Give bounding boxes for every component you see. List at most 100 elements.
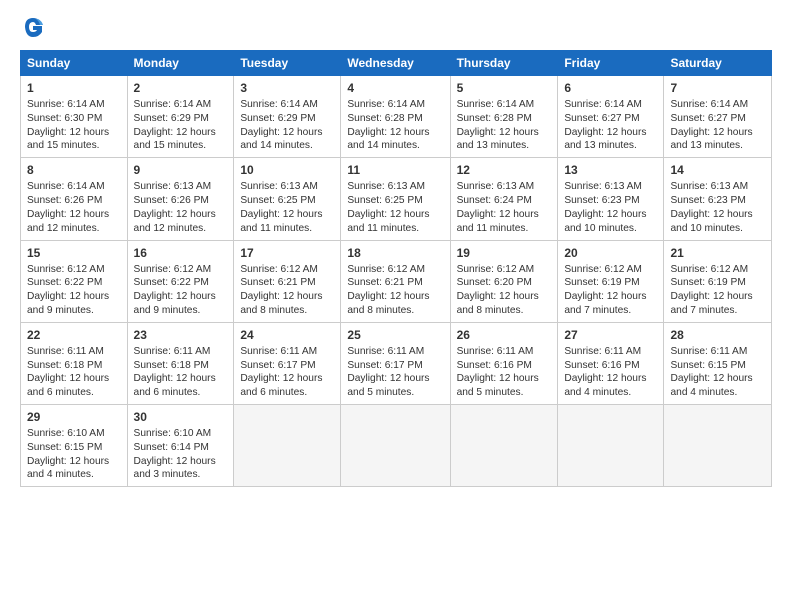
calendar-header-friday: Friday bbox=[558, 51, 664, 76]
day-info: Sunrise: 6:11 AM bbox=[347, 345, 443, 359]
day-info: Daylight: 12 hours bbox=[564, 126, 657, 140]
day-info: Sunrise: 6:13 AM bbox=[240, 180, 334, 194]
day-number: 11 bbox=[347, 162, 443, 178]
calendar-cell: 6Sunrise: 6:14 AMSunset: 6:27 PMDaylight… bbox=[558, 76, 664, 158]
day-info: Sunset: 6:20 PM bbox=[457, 276, 552, 290]
day-info: and 6 minutes. bbox=[134, 386, 228, 400]
day-number: 15 bbox=[27, 245, 121, 261]
day-number: 12 bbox=[457, 162, 552, 178]
day-info: Sunset: 6:19 PM bbox=[670, 276, 765, 290]
day-info: Sunrise: 6:11 AM bbox=[457, 345, 552, 359]
day-info: Sunrise: 6:10 AM bbox=[27, 427, 121, 441]
day-info: Sunrise: 6:12 AM bbox=[457, 263, 552, 277]
day-info: and 10 minutes. bbox=[670, 222, 765, 236]
day-info: Sunrise: 6:14 AM bbox=[457, 98, 552, 112]
day-info: Sunset: 6:25 PM bbox=[240, 194, 334, 208]
day-info: Daylight: 12 hours bbox=[457, 208, 552, 222]
day-info: Sunset: 6:17 PM bbox=[240, 359, 334, 373]
calendar-cell: 30Sunrise: 6:10 AMSunset: 6:14 PMDayligh… bbox=[127, 405, 234, 487]
day-info: Sunset: 6:14 PM bbox=[134, 441, 228, 455]
day-info: and 5 minutes. bbox=[347, 386, 443, 400]
calendar-cell: 16Sunrise: 6:12 AMSunset: 6:22 PMDayligh… bbox=[127, 240, 234, 322]
calendar-cell bbox=[450, 405, 558, 487]
day-info: and 13 minutes. bbox=[670, 139, 765, 153]
calendar-cell: 1Sunrise: 6:14 AMSunset: 6:30 PMDaylight… bbox=[21, 76, 128, 158]
calendar-cell: 22Sunrise: 6:11 AMSunset: 6:18 PMDayligh… bbox=[21, 322, 128, 404]
calendar-week-1: 1Sunrise: 6:14 AMSunset: 6:30 PMDaylight… bbox=[21, 76, 772, 158]
day-info: Daylight: 12 hours bbox=[670, 126, 765, 140]
day-info: and 9 minutes. bbox=[27, 304, 121, 318]
calendar-cell: 10 Sunrise: 6:13 AMSunset: 6:25 PMDayligh… bbox=[234, 158, 341, 240]
calendar-header-thursday: Thursday bbox=[450, 51, 558, 76]
calendar-cell: 17Sunrise: 6:12 AMSunset: 6:21 PMDayligh… bbox=[234, 240, 341, 322]
day-info: Sunrise: 6:14 AM bbox=[240, 98, 334, 112]
day-info: and 15 minutes. bbox=[27, 139, 121, 153]
calendar-cell bbox=[341, 405, 450, 487]
day-info: Sunset: 6:16 PM bbox=[457, 359, 552, 373]
day-info: and 8 minutes. bbox=[457, 304, 552, 318]
day-info: Sunset: 6:18 PM bbox=[134, 359, 228, 373]
day-info: Sunrise: 6:12 AM bbox=[27, 263, 121, 277]
day-number: 28 bbox=[670, 327, 765, 343]
calendar-cell: 20Sunrise: 6:12 AMSunset: 6:19 PMDayligh… bbox=[558, 240, 664, 322]
day-info: and 13 minutes. bbox=[457, 139, 552, 153]
page: SundayMondayTuesdayWednesdayThursdayFrid… bbox=[0, 0, 792, 612]
day-info: Daylight: 12 hours bbox=[564, 290, 657, 304]
header bbox=[20, 16, 772, 38]
day-number: 9 bbox=[134, 162, 228, 178]
day-info: Sunrise: 6:12 AM bbox=[134, 263, 228, 277]
day-info: and 13 minutes. bbox=[564, 139, 657, 153]
day-number: 30 bbox=[134, 409, 228, 425]
calendar-cell: 3Sunrise: 6:14 AMSunset: 6:29 PMDaylight… bbox=[234, 76, 341, 158]
day-info: and 8 minutes. bbox=[347, 304, 443, 318]
day-info: and 14 minutes. bbox=[347, 139, 443, 153]
day-info: Sunset: 6:15 PM bbox=[670, 359, 765, 373]
day-info: Sunrise: 6:11 AM bbox=[240, 345, 334, 359]
day-info: Daylight: 12 hours bbox=[347, 126, 443, 140]
logo bbox=[20, 16, 46, 38]
day-info: and 4 minutes. bbox=[670, 386, 765, 400]
day-info: Sunset: 6:17 PM bbox=[347, 359, 443, 373]
calendar-cell: 5Sunrise: 6:14 AMSunset: 6:28 PMDaylight… bbox=[450, 76, 558, 158]
day-info: Daylight: 12 hours bbox=[347, 290, 443, 304]
day-info: Sunset: 6:21 PM bbox=[240, 276, 334, 290]
calendar-cell: 19Sunrise: 6:12 AMSunset: 6:20 PMDayligh… bbox=[450, 240, 558, 322]
day-info: Sunset: 6:19 PM bbox=[564, 276, 657, 290]
day-info: and 7 minutes. bbox=[670, 304, 765, 318]
calendar-cell: 11Sunrise: 6:13 AMSunset: 6:25 PMDayligh… bbox=[341, 158, 450, 240]
day-info: and 11 minutes. bbox=[347, 222, 443, 236]
calendar-cell: 4Sunrise: 6:14 AMSunset: 6:28 PMDaylight… bbox=[341, 76, 450, 158]
calendar-cell: 12Sunrise: 6:13 AMSunset: 6:24 PMDayligh… bbox=[450, 158, 558, 240]
day-info: Daylight: 12 hours bbox=[670, 208, 765, 222]
day-number: 6 bbox=[564, 80, 657, 96]
day-info: and 4 minutes. bbox=[564, 386, 657, 400]
day-info: Sunrise: 6:13 AM bbox=[457, 180, 552, 194]
day-number: 10 bbox=[240, 162, 334, 178]
day-info: Sunrise: 6:14 AM bbox=[347, 98, 443, 112]
day-info: and 3 minutes. bbox=[134, 468, 228, 482]
day-number: 27 bbox=[564, 327, 657, 343]
day-info: and 12 minutes. bbox=[27, 222, 121, 236]
day-number: 21 bbox=[670, 245, 765, 261]
day-info: Sunset: 6:29 PM bbox=[134, 112, 228, 126]
calendar-cell: 15Sunrise: 6:12 AMSunset: 6:22 PMDayligh… bbox=[21, 240, 128, 322]
day-number: 20 bbox=[564, 245, 657, 261]
day-info: Daylight: 12 hours bbox=[27, 372, 121, 386]
day-number: 16 bbox=[134, 245, 228, 261]
day-info: Sunrise: 6:11 AM bbox=[564, 345, 657, 359]
calendar-cell: 7Sunrise: 6:14 AMSunset: 6:27 PMDaylight… bbox=[664, 76, 772, 158]
day-info: and 5 minutes. bbox=[457, 386, 552, 400]
calendar-cell: 28Sunrise: 6:11 AMSunset: 6:15 PMDayligh… bbox=[664, 322, 772, 404]
day-info: Sunset: 6:26 PM bbox=[27, 194, 121, 208]
day-info: Sunrise: 6:14 AM bbox=[134, 98, 228, 112]
day-info: Sunset: 6:27 PM bbox=[564, 112, 657, 126]
calendar-week-5: 29Sunrise: 6:10 AMSunset: 6:15 PMDayligh… bbox=[21, 405, 772, 487]
day-number: 14 bbox=[670, 162, 765, 178]
calendar-cell: 2Sunrise: 6:14 AMSunset: 6:29 PMDaylight… bbox=[127, 76, 234, 158]
day-info: Daylight: 12 hours bbox=[670, 290, 765, 304]
calendar-cell bbox=[234, 405, 341, 487]
day-info: Sunset: 6:25 PM bbox=[347, 194, 443, 208]
day-info: Daylight: 12 hours bbox=[240, 208, 334, 222]
day-info: and 11 minutes. bbox=[457, 222, 552, 236]
calendar-cell: 29Sunrise: 6:10 AMSunset: 6:15 PMDayligh… bbox=[21, 405, 128, 487]
